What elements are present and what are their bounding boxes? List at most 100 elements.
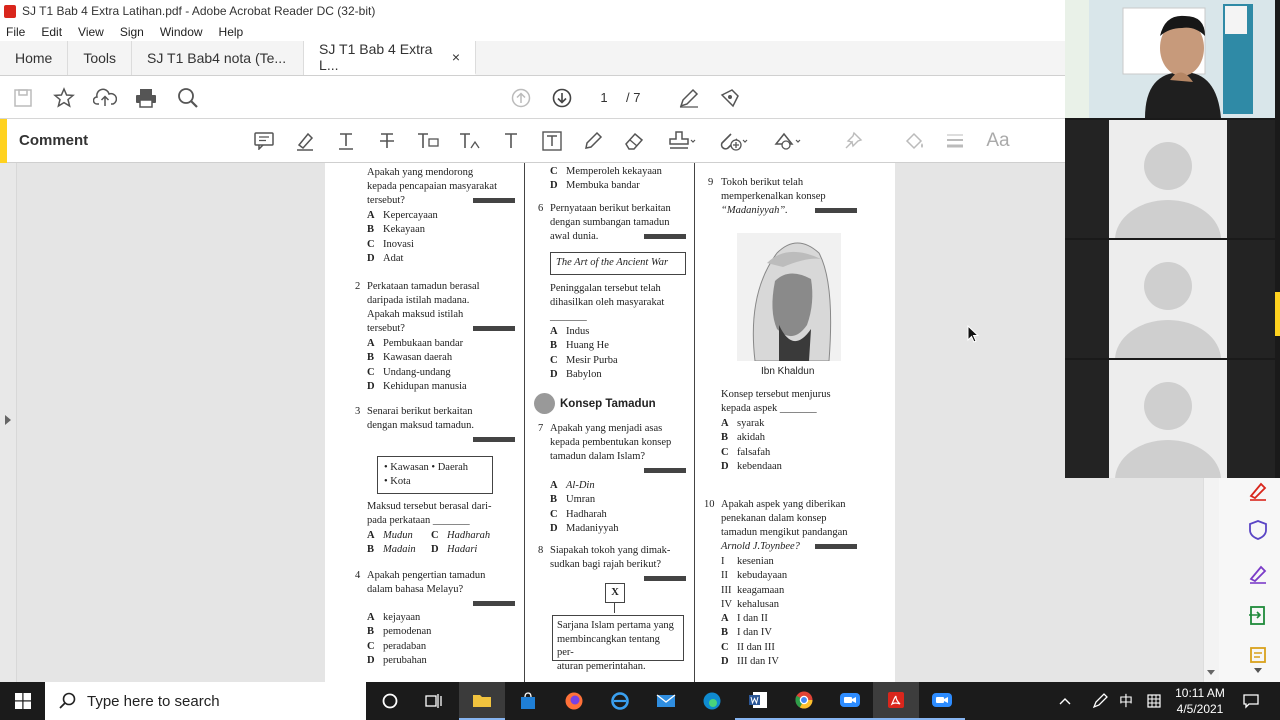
right-tools-rail (1219, 478, 1280, 682)
pencil-draw-icon[interactable] (580, 129, 606, 153)
menu-sign[interactable]: Sign (120, 25, 144, 39)
fill-sign-icon[interactable] (1247, 480, 1269, 502)
acrobat-reader-taskbar-icon[interactable] (873, 682, 919, 720)
question-text: kepada pembentukan konsep (550, 437, 672, 448)
option-text: I dan II (737, 613, 768, 624)
question-text: Maksud tersebut berasal dari- (367, 501, 492, 512)
option-letter: A (367, 612, 375, 623)
diagram-x-box: X (605, 583, 625, 603)
option-text: pemodenan (383, 626, 432, 638)
question-text: kepada aspek _______ (721, 403, 817, 414)
internet-explorer-icon[interactable] (597, 682, 643, 720)
menu-help[interactable]: Help (219, 25, 244, 39)
option-letter: C (550, 354, 558, 366)
show-hidden-icons-chevron-icon[interactable] (1053, 682, 1077, 720)
save-icon[interactable] (10, 85, 36, 111)
notifications-icon[interactable] (1236, 682, 1266, 720)
keyboard-layout-icon[interactable] (1142, 682, 1166, 720)
add-text-icon[interactable] (498, 129, 524, 153)
menu-view[interactable]: View (78, 25, 104, 39)
font-properties-button[interactable]: Aa (983, 129, 1013, 153)
left-panel-toggle[interactable] (0, 163, 17, 682)
eraser-icon[interactable] (621, 129, 647, 153)
fill-color-icon[interactable] (901, 129, 927, 153)
tab-tools[interactable]: Tools (68, 41, 133, 75)
item-text: kehalusan (737, 598, 779, 610)
request-signature-icon[interactable] (1247, 563, 1269, 585)
menu-file[interactable]: File (6, 25, 25, 39)
scroll-down-arrow-icon[interactable] (1207, 670, 1215, 675)
option-text: Undang-undang (383, 366, 451, 378)
system-clock[interactable]: 10:11 AM 4/5/2021 (1170, 685, 1230, 717)
title-bar: SJ T1 Bab 4 Extra Latihan.pdf - Adobe Ac… (0, 0, 1065, 22)
box-text: Sarjana Islam pertama yang (557, 620, 674, 631)
previous-page-icon[interactable] (508, 85, 534, 111)
option-text: III dan IV (737, 655, 779, 667)
speaker-video-tile (1065, 0, 1275, 118)
share-send-icon[interactable] (717, 85, 743, 111)
task-view-icon[interactable] (411, 682, 457, 720)
option-letter: D (367, 654, 375, 666)
next-page-icon[interactable] (549, 85, 575, 111)
option-text: kejayaan (383, 612, 421, 623)
close-tab-icon[interactable]: × (452, 49, 460, 65)
question-text: “Madaniyyah”. (721, 205, 788, 216)
question-text: dengan maksud tamadun. (367, 420, 475, 431)
underline-text-icon[interactable] (333, 129, 359, 153)
store-icon[interactable] (505, 682, 551, 720)
tab-home[interactable]: Home (0, 41, 69, 75)
stamp-icon[interactable] (664, 129, 698, 153)
file-explorer-icon[interactable] (459, 682, 505, 720)
replace-text-icon[interactable] (415, 129, 441, 153)
chrome-icon[interactable] (781, 682, 827, 720)
question-text: Senarai berikut berkaitan (367, 406, 473, 417)
question-text: tamadun mengikut pandangan (721, 527, 848, 538)
option-text: Adat (383, 252, 404, 264)
option-letter: D (721, 655, 729, 667)
upload-cloud-icon[interactable] (92, 85, 118, 111)
zoom-meeting-window-icon[interactable] (919, 682, 965, 720)
print-icon[interactable] (133, 85, 159, 111)
menu-edit[interactable]: Edit (41, 25, 62, 39)
more-tools-chevron-icon[interactable] (1254, 668, 1262, 673)
shapes-icon[interactable] (770, 129, 804, 153)
line-weight-icon[interactable] (942, 129, 968, 153)
zoom-meetings-icon[interactable] (827, 682, 873, 720)
protect-shield-icon[interactable] (1247, 519, 1269, 541)
input-language-indicator[interactable]: 中 (1113, 682, 1139, 720)
mail-icon[interactable] (643, 682, 689, 720)
info-box-q8: Sarjana Islam pertama yang membincangkan… (552, 615, 684, 672)
option-letter: B (550, 494, 558, 506)
tab-tools-label: Tools (83, 50, 117, 66)
start-button[interactable] (0, 682, 45, 720)
sticky-note-icon[interactable] (251, 129, 277, 153)
source-tag (644, 234, 686, 239)
current-page-input[interactable]: 1 (590, 90, 618, 105)
taskbar-search-input[interactable]: Type here to search (45, 682, 366, 720)
box-text: aturan pemerintahan. (557, 660, 646, 672)
attach-file-icon[interactable] (715, 129, 751, 153)
export-pdf-icon[interactable] (1247, 605, 1269, 627)
question-3: Senarai berikut berkaitan dengan maksud … (367, 405, 515, 447)
insert-text-icon[interactable] (457, 129, 483, 153)
tab-document-nota[interactable]: SJ T1 Bab4 nota (Te... (132, 41, 305, 75)
firefox-icon[interactable] (551, 682, 597, 720)
bookmark-star-icon[interactable] (51, 85, 77, 111)
organize-pages-icon[interactable] (1247, 644, 1269, 666)
section-emblem-icon (534, 393, 555, 414)
zoom-search-icon[interactable] (175, 85, 201, 111)
participant-video-tile (1065, 240, 1275, 358)
highlight-icon[interactable] (292, 129, 318, 153)
pin-icon[interactable] (840, 129, 866, 153)
pen-workspace-icon[interactable] (1088, 682, 1112, 720)
menu-window[interactable]: Window (160, 25, 203, 39)
question-number: 10 (704, 499, 715, 510)
word-icon[interactable] (735, 682, 781, 720)
comment-label: Comment (19, 132, 89, 149)
cortana-icon[interactable] (367, 682, 413, 720)
strikethrough-icon[interactable] (374, 129, 400, 153)
tab-document-extra[interactable]: SJ T1 Bab 4 Extra L... × (304, 41, 477, 75)
sign-pen-icon[interactable] (676, 85, 702, 111)
text-box-icon[interactable] (539, 129, 565, 153)
edge-icon[interactable] (689, 682, 735, 720)
